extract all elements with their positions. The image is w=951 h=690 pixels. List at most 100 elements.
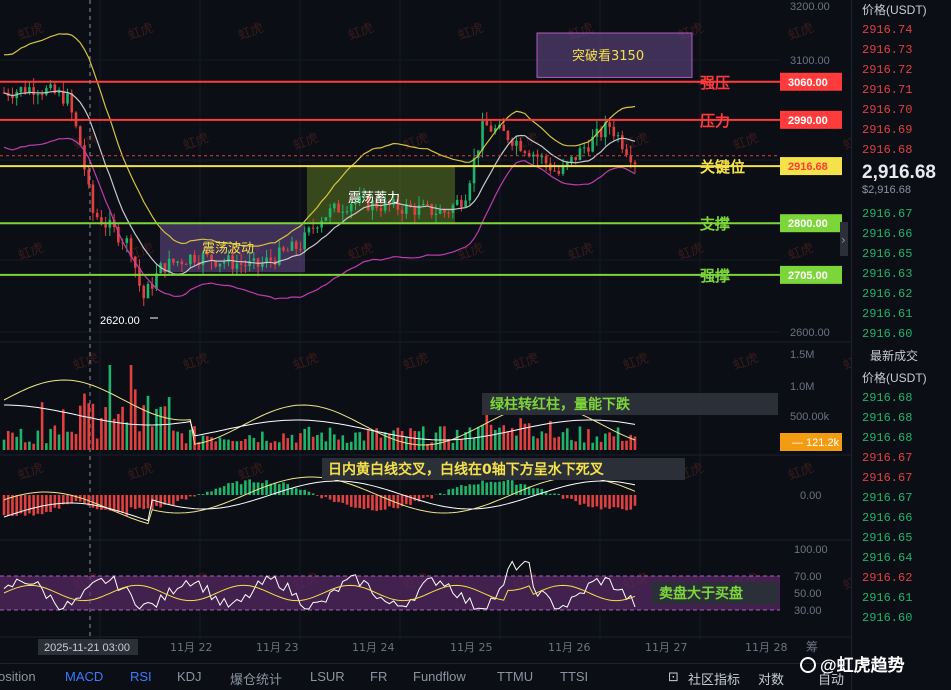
volume-bar xyxy=(150,426,154,450)
trade-row[interactable]: 2916.68 xyxy=(852,388,951,408)
trade-row[interactable]: 2916.66 xyxy=(852,508,951,528)
watermark-text: 虹虎 xyxy=(181,131,211,154)
trade-row[interactable]: 2916.67 xyxy=(852,448,951,468)
volume-bar xyxy=(108,365,112,450)
bid-row[interactable]: 2916.66 xyxy=(852,224,951,244)
volume-bar xyxy=(591,442,594,450)
trade-row[interactable]: 2916.67 xyxy=(852,488,951,508)
volume-bar xyxy=(129,365,133,450)
price-axis-label: 3200.00 xyxy=(790,1,830,13)
volume-bar xyxy=(167,397,171,450)
candle-body xyxy=(582,147,586,149)
ask-row[interactable]: 2916.73 xyxy=(852,40,951,60)
volume-bar xyxy=(379,437,383,450)
volume-bar xyxy=(244,439,247,450)
candle-body xyxy=(40,94,44,96)
community-indicator-icon[interactable]: ⊡ xyxy=(668,669,679,685)
tab-lsur[interactable]: LSUR xyxy=(310,669,345,684)
bid-row[interactable]: 2916.61 xyxy=(852,304,951,324)
tab-ttsi[interactable]: TTSI xyxy=(560,669,588,684)
candle-body xyxy=(612,126,616,137)
bid-row[interactable]: 2916.65 xyxy=(852,244,951,264)
bid-row[interactable]: 2916.67 xyxy=(852,204,951,224)
volume-bar xyxy=(23,442,27,450)
watermark-text: 虹虎 xyxy=(71,131,101,154)
candle-body xyxy=(620,135,624,150)
trade-row[interactable]: 2916.68 xyxy=(852,408,951,428)
candle-body xyxy=(587,147,590,152)
watermark-text: 虹虎 xyxy=(291,131,321,154)
trade-row[interactable]: 2916.62 xyxy=(852,568,951,588)
macd-bar xyxy=(481,480,484,495)
tab-kdj[interactable]: KDJ xyxy=(177,669,202,684)
last-price: 2,916.68 xyxy=(862,162,936,183)
tab-rsi[interactable]: RSI xyxy=(130,669,152,684)
ask-row[interactable]: 2916.69 xyxy=(852,120,951,140)
volume-bar xyxy=(45,443,48,450)
watermark-text: 虹虎 xyxy=(731,351,761,374)
chart-canvas[interactable]: 虹虎 虹虎 虹虎 虹虎 虹虎 虹虎 虹虎 虹虎虹虎 虹虎 虹虎 虹虎 虹虎 虹虎 虹虎 虹虎虹虎 虹虎 虹虎 虹虎… xyxy=(0,0,851,663)
trade-row[interactable]: 2916.61 xyxy=(852,588,951,608)
volume-bar xyxy=(608,432,611,450)
ask-row[interactable]: 2916.68 xyxy=(852,140,951,160)
macd-bar xyxy=(133,495,137,509)
trade-row[interactable]: 2916.67 xyxy=(852,468,951,488)
candle-body xyxy=(324,217,328,221)
time-axis-label: 2025-11-21 03:00 xyxy=(44,642,130,654)
time-axis-label: 11月 24 xyxy=(352,641,395,654)
community-indicator-button[interactable]: 社区指标 xyxy=(688,669,740,688)
macd-bar xyxy=(146,495,150,509)
macd-bar xyxy=(231,482,234,495)
trades-title[interactable]: 最新成交 xyxy=(852,344,951,368)
candle-body xyxy=(337,203,340,213)
macd-bar xyxy=(210,491,213,495)
tab-liquidation[interactable]: 爆仓统计 xyxy=(230,669,282,688)
macd-bar xyxy=(261,483,264,495)
candle-body xyxy=(290,241,294,251)
ask-row[interactable]: 2916.70 xyxy=(852,100,951,120)
volume-bar xyxy=(362,440,366,450)
bid-row[interactable]: 2916.60 xyxy=(852,324,951,344)
macd-bar xyxy=(176,495,179,501)
tab-fundflow[interactable]: Fundflow xyxy=(413,669,466,684)
volume-bar xyxy=(231,441,234,450)
macd-bar xyxy=(557,493,561,495)
tab-ttmu[interactable]: TTMU xyxy=(497,669,533,684)
ask-row[interactable]: 2916.71 xyxy=(852,80,951,100)
trade-row[interactable]: 2916.64 xyxy=(852,548,951,568)
order-book: 价格(USDT) 2916.74 2916.73 2916.72 2916.71 291… xyxy=(851,0,951,690)
macd-bar xyxy=(53,495,57,508)
volume-tag: — 121.2k xyxy=(792,437,840,449)
tab-macd[interactable]: MACD xyxy=(65,669,103,684)
macd-bar xyxy=(142,495,146,510)
macd-bar xyxy=(125,495,129,516)
volume-bar xyxy=(434,432,438,450)
bid-row[interactable]: 2916.63 xyxy=(852,264,951,284)
last-price-block[interactable]: 2,916.68 $2,916.68 xyxy=(852,160,951,204)
candle-body xyxy=(489,125,493,132)
ask-row[interactable]: 2916.74 xyxy=(852,20,951,40)
macd-bar xyxy=(117,495,120,513)
zone-label: 震荡波动 xyxy=(202,242,254,257)
macd-bar xyxy=(455,487,459,495)
ask-list: 2916.74 2916.73 2916.72 2916.71 2916.70 2916.… xyxy=(852,20,951,160)
trade-row[interactable]: 2916.65 xyxy=(852,528,951,548)
candle-body xyxy=(184,264,188,266)
volume-bar xyxy=(557,436,561,450)
macd-bar xyxy=(629,495,633,510)
trade-row[interactable]: 2916.68 xyxy=(852,428,951,448)
log-scale-toggle[interactable]: 对数 xyxy=(758,669,784,688)
ask-row[interactable]: 2916.72 xyxy=(852,60,951,80)
volume-bar xyxy=(485,413,489,450)
volume-bar xyxy=(320,432,323,450)
watermark-pattern: 虹虎 虹虎 虹虎 虹虎 虹虎 虹虎 虹虎 虹虎虹虎 虹虎 虹虎 虹虎 虹虎 虹虎 虹虎 虹虎虹虎 虹虎 虹虎 虹虎… xyxy=(16,21,851,594)
time-axis-label: 11月 25 xyxy=(450,641,493,654)
trade-row[interactable]: 2916.60 xyxy=(852,608,951,628)
macd-dif-line xyxy=(3,476,636,525)
volume-bar xyxy=(345,442,349,450)
tab-position[interactable]: osition xyxy=(0,669,36,684)
volume-bar xyxy=(604,433,607,450)
bid-row[interactable]: 2916.62 xyxy=(852,284,951,304)
tab-fr[interactable]: FR xyxy=(370,669,387,684)
macd-bar xyxy=(197,494,201,495)
